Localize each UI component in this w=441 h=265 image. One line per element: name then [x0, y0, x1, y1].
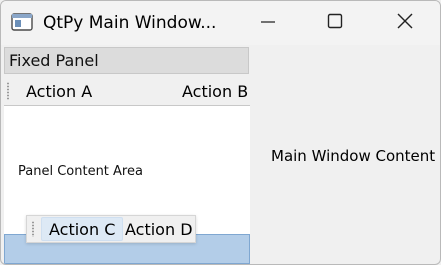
maximize-button[interactable]	[312, 1, 358, 45]
close-button[interactable]	[382, 1, 428, 45]
toolbar-grip-handle[interactable]	[7, 82, 9, 100]
title-bar[interactable]: QtPy Main Window...	[1, 1, 440, 45]
action-a-button[interactable]: Action A	[26, 82, 92, 102]
minimize-icon	[261, 14, 275, 33]
qt-window-icon	[11, 13, 33, 31]
floating-toolbar-grip-handle[interactable]	[32, 221, 34, 237]
action-c-button[interactable]: Action C	[41, 217, 124, 241]
dock-toolbar: Action A Action B	[4, 77, 250, 105]
panel-content-label: Panel Content Area	[18, 164, 143, 179]
action-d-button[interactable]: Action D	[125, 220, 193, 240]
floating-toolbar[interactable]: Action C Action D	[26, 215, 196, 243]
main-content-label: Main Window Content	[271, 147, 436, 165]
window-title: QtPy Main Window...	[43, 13, 217, 33]
main-window: QtPy Main Window... Fixed Panel Action A	[0, 0, 441, 265]
close-icon	[397, 13, 413, 33]
dock-title: Fixed Panel	[9, 51, 99, 70]
minimize-button[interactable]	[245, 1, 291, 45]
action-b-button[interactable]: Action B	[182, 82, 248, 102]
dock-title-bar[interactable]: Fixed Panel	[4, 47, 249, 74]
maximize-icon	[327, 13, 343, 33]
